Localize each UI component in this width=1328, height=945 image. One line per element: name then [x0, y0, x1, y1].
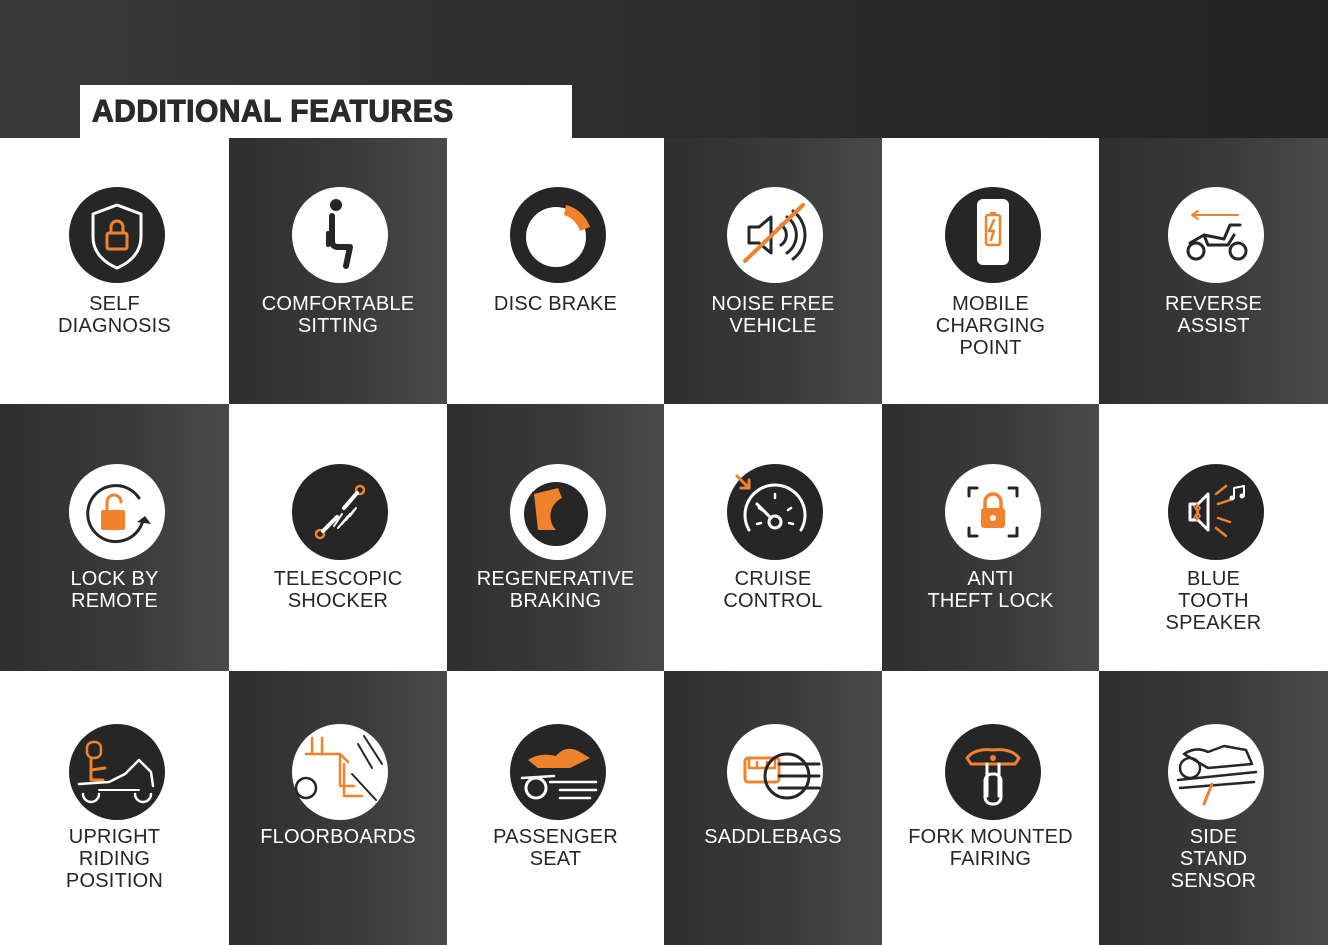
speedometer-icon	[727, 464, 823, 560]
upright-rider-icon	[68, 724, 165, 820]
feature-label: BLUE TOOTH SPEAKER	[1165, 568, 1262, 634]
feature-tile: FORK MOUNTED FAIRING	[882, 671, 1099, 945]
feature-label: FORK MOUNTED FAIRING	[908, 826, 1073, 870]
shock-absorber-icon	[292, 464, 388, 560]
feature-tile: FLOORBOARDS	[229, 671, 447, 945]
feature-tile: NOISE FREE VEHICLE	[664, 138, 882, 404]
feature-tile: COMFORTABLE SITTING	[229, 138, 447, 404]
padlock-frame-icon	[944, 464, 1041, 560]
feature-tile: UPRIGHT RIDING POSITION	[0, 671, 229, 945]
feature-label: REVERSE ASSIST	[1165, 293, 1262, 337]
header-banner: ADDITIONAL FEATURES	[0, 0, 1328, 138]
muted-speaker-icon	[727, 187, 823, 283]
feature-tile: DISC BRAKE	[447, 138, 664, 404]
feature-label: NOISE FREE VEHICLE	[711, 293, 835, 337]
feature-label: ANTI THEFT LOCK	[927, 568, 1054, 612]
scooter-reverse-icon	[1167, 187, 1264, 283]
disc-brake-icon	[509, 187, 606, 283]
title-box: ADDITIONAL FEATURES	[80, 85, 572, 138]
feature-tile: MOBILE CHARGING POINT	[882, 138, 1099, 404]
feature-label: SELF DIAGNOSIS	[58, 293, 171, 337]
feature-label: SADDLEBAGS	[704, 826, 842, 848]
feature-tile: REGENERATIVE BRAKING	[447, 404, 664, 671]
feature-label: PASSENGER SEAT	[493, 826, 618, 870]
feature-tile: REVERSE ASSIST	[1099, 138, 1328, 404]
seated-person-icon	[292, 187, 388, 283]
page-title: ADDITIONAL FEATURES	[92, 93, 454, 129]
feature-tile: ANTI THEFT LOCK	[882, 404, 1099, 671]
feature-label: MOBILE CHARGING POINT	[935, 293, 1046, 359]
bluetooth-speaker-icon	[1167, 464, 1264, 560]
shield-lock-icon	[68, 187, 165, 283]
feature-tile: LOCK BY REMOTE	[0, 404, 229, 671]
feature-tile: SIDE STAND SENSOR	[1099, 671, 1328, 945]
feature-label: UPRIGHT RIDING POSITION	[65, 826, 164, 892]
passenger-seat-icon	[509, 724, 606, 820]
saddlebag-icon	[727, 724, 823, 820]
feature-tile: CRUISE CONTROL	[664, 404, 882, 671]
feature-tile: SELF DIAGNOSIS	[0, 138, 229, 404]
feature-tile: BLUE TOOTH SPEAKER	[1099, 404, 1328, 671]
feature-label: SIDE STAND SENSOR	[1170, 826, 1257, 892]
features-page: ADDITIONAL FEATURES SELF DIAGNOSIS COMFO…	[0, 0, 1328, 945]
regenerative-brake-icon	[509, 464, 606, 560]
feature-label: COMFORTABLE SITTING	[261, 293, 415, 337]
feature-label: LOCK BY REMOTE	[70, 568, 159, 612]
feature-label: DISC BRAKE	[493, 293, 618, 315]
phone-charging-icon	[944, 187, 1041, 283]
remote-lock-icon	[68, 464, 165, 560]
feature-label: TELESCOPIC SHOCKER	[273, 568, 403, 612]
feature-label: CRUISE CONTROL	[723, 568, 823, 612]
feature-tile: PASSENGER SEAT	[447, 671, 664, 945]
feature-tile: SADDLEBAGS	[664, 671, 882, 945]
feature-label: REGENERATIVE BRAKING	[476, 568, 635, 612]
side-stand-icon	[1167, 724, 1264, 820]
floorboard-icon	[292, 724, 388, 820]
fork-fairing-icon	[944, 724, 1041, 820]
feature-tile: TELESCOPIC SHOCKER	[229, 404, 447, 671]
feature-label: FLOORBOARDS	[260, 826, 416, 848]
features-grid: SELF DIAGNOSIS COMFORTABLE SITTING DISC …	[0, 138, 1328, 945]
